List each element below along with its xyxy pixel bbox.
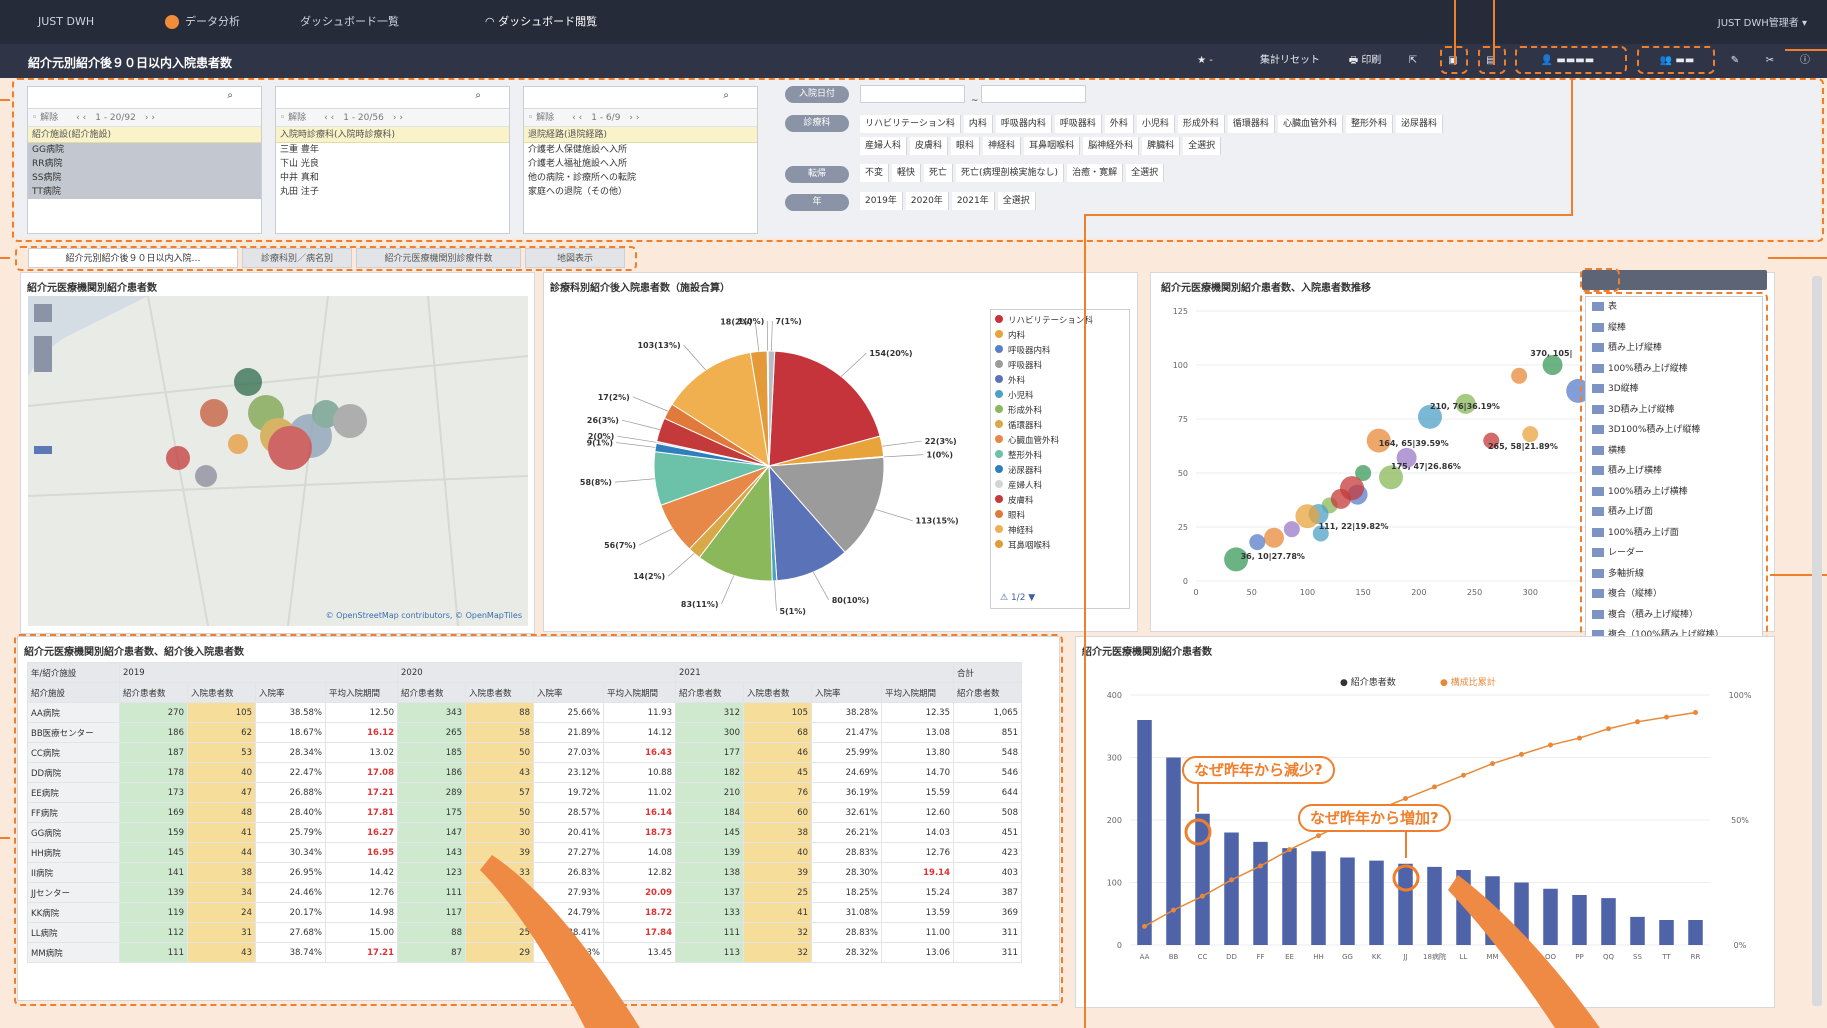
report-highlight (1515, 46, 1627, 74)
connector-lines (0, 0, 1827, 1028)
arrow-chart (1448, 875, 1600, 1028)
arrow-table (480, 855, 640, 1028)
layout-highlight (1478, 46, 1506, 74)
highlight-circle (1184, 818, 1212, 846)
share-highlight (1637, 46, 1715, 74)
page-scrollbar[interactable] (1812, 276, 1822, 1006)
save-highlight (1440, 46, 1468, 74)
highlight-circle (1392, 864, 1420, 892)
annotation-overlay (0, 0, 1827, 1028)
